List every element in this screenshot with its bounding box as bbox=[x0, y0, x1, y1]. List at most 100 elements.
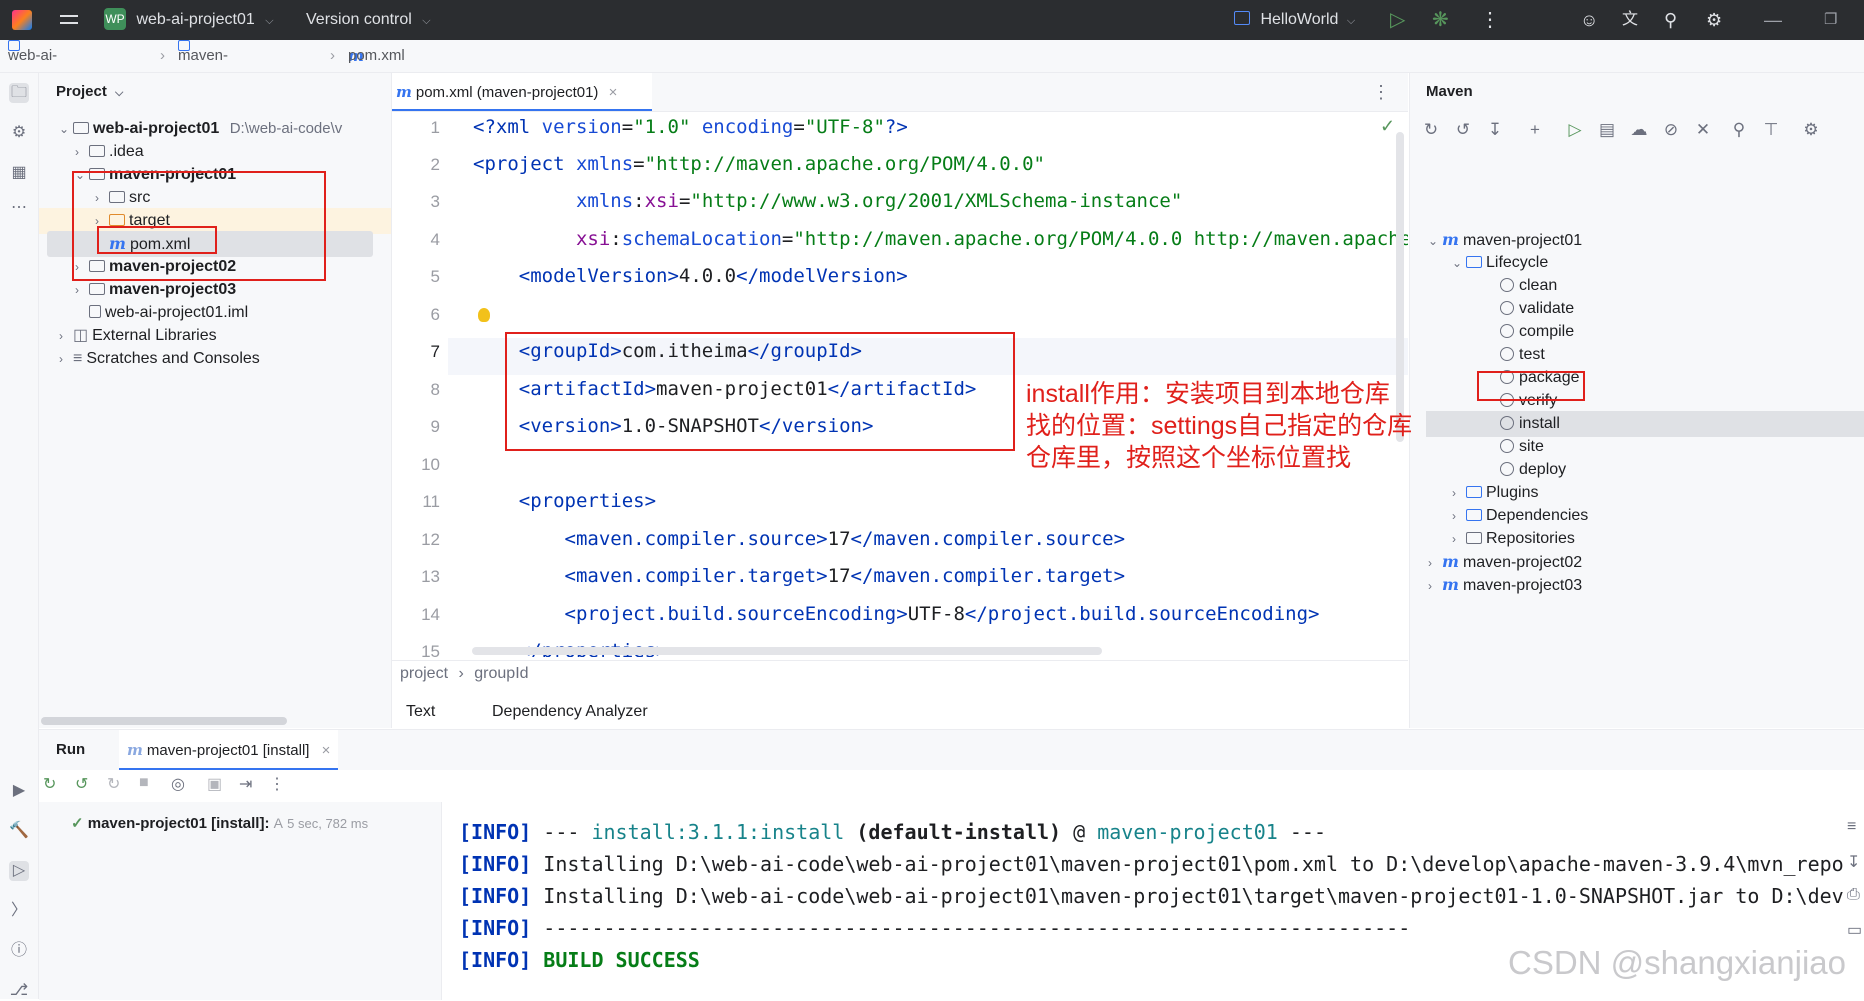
add-icon[interactable]: + bbox=[1524, 119, 1546, 141]
editor-options-icon[interactable]: ⋮ bbox=[1372, 73, 1390, 111]
run-icon[interactable]: ▷ bbox=[1390, 0, 1405, 40]
console-line: [INFO] Installing D:\web-ai-code\web-ai-… bbox=[459, 852, 1844, 876]
git-tool-icon[interactable]: ⎇ bbox=[9, 981, 29, 1001]
project-panel-title[interactable]: Project ⌵ bbox=[56, 73, 123, 111]
gear-icon bbox=[1500, 439, 1514, 453]
console-line: [INFO] ---------------------------------… bbox=[459, 916, 1411, 940]
more-actions-icon[interactable]: ⋮ bbox=[269, 774, 285, 794]
project-tool-icon[interactable]: 🗀 bbox=[9, 83, 29, 103]
code-line: <maven.compiler.target>17</maven.compile… bbox=[564, 565, 1126, 587]
app-logo-icon[interactable] bbox=[12, 0, 32, 40]
run-result-row[interactable]: ✓ maven-project01 [install]: A 5 sec, 78… bbox=[71, 814, 368, 832]
print-icon[interactable]: ⎙ bbox=[1847, 886, 1860, 904]
more-tools-icon[interactable]: ⋯ bbox=[9, 198, 29, 218]
horizontal-scrollbar[interactable] bbox=[41, 717, 287, 725]
terminal-tool-icon[interactable]: 〉 bbox=[9, 901, 29, 921]
highlight-box-install bbox=[1477, 371, 1585, 401]
code-line: xmlns:xsi="http://www.w3.org/2001/XMLSch… bbox=[575, 190, 1183, 212]
watermark: CSDN @shangxianjiao bbox=[1508, 944, 1846, 981]
tab-dependency-analyzer[interactable]: Dependency Analyzer bbox=[480, 695, 660, 729]
code-line: <maven.compiler.source>17</maven.compile… bbox=[564, 528, 1126, 550]
code-line: <project xmlns="http://maven.apache.org/… bbox=[473, 153, 1045, 175]
execute-goal-icon[interactable]: ▤ bbox=[1596, 119, 1618, 141]
add-user-icon[interactable]: ☺ bbox=[1580, 0, 1598, 40]
offline-mode-icon[interactable]: ☁ bbox=[1628, 119, 1650, 141]
structure-tool-icon[interactable]: ▦ bbox=[9, 163, 29, 183]
rerun-icon[interactable]: ↻ bbox=[43, 774, 56, 794]
screenshot-icon[interactable]: ▣ bbox=[207, 774, 222, 794]
services-tool-icon[interactable]: ▶ bbox=[9, 781, 29, 801]
run-toolbar: ↻ ↺ ↻ ■ ◎ ▣ ⇥ ⋮ bbox=[39, 774, 339, 800]
export-icon[interactable]: ⇥ bbox=[239, 774, 252, 794]
show-eye-icon[interactable]: ◎ bbox=[171, 774, 185, 794]
line-number: 2 bbox=[430, 155, 440, 174]
tree-item-scratches[interactable]: › ≡ Scratches and Consoles bbox=[59, 346, 260, 372]
tab-text[interactable]: Text bbox=[392, 695, 450, 731]
stop-icon[interactable]: ■ bbox=[139, 774, 149, 792]
success-check-icon: ✓ bbox=[71, 815, 84, 832]
restore-icon[interactable]: ❐ bbox=[1824, 0, 1837, 40]
horizontal-scrollbar[interactable] bbox=[472, 647, 1102, 655]
commit-tool-icon[interactable]: ⚙ bbox=[9, 123, 29, 143]
download-icon[interactable]: ↧ bbox=[1484, 119, 1506, 141]
gear-icon bbox=[1500, 347, 1514, 361]
run-maven-build-icon[interactable]: ▷ bbox=[1564, 119, 1586, 141]
vcs-label: Version control bbox=[306, 11, 412, 28]
line-number: 6 bbox=[430, 305, 440, 324]
code-line: xsi:schemaLocation="http://maven.apache.… bbox=[575, 228, 1408, 250]
no-problems-check-icon[interactable]: ✓ bbox=[1380, 116, 1395, 137]
reload-icon[interactable]: ↻ bbox=[1420, 119, 1442, 141]
tab-pom-xml[interactable]: m pom.xml (maven-project01) × bbox=[392, 73, 652, 111]
vcs-menu[interactable]: Version control ⌵ bbox=[306, 0, 431, 40]
xml-breadcrumb-item[interactable]: project bbox=[400, 665, 448, 682]
gear-icon bbox=[1500, 462, 1514, 476]
problems-tool-icon[interactable]: ⓘ bbox=[9, 941, 29, 961]
gear-icon bbox=[1500, 278, 1514, 292]
scroll-to-end-icon[interactable]: ↧ bbox=[1847, 852, 1860, 872]
maven-tree-project03[interactable]: › m maven-project03 bbox=[1428, 572, 1582, 598]
annotation-line: install作用：安装项目到本地仓库 bbox=[1026, 380, 1390, 408]
soft-wrap-icon[interactable]: ≡ bbox=[1847, 818, 1856, 836]
settings-gear-icon[interactable]: ⚙ bbox=[1706, 0, 1722, 40]
translate-icon[interactable]: 文 bbox=[1622, 0, 1638, 40]
line-number: 15 bbox=[421, 642, 440, 661]
run-tool-icon[interactable]: ▷ bbox=[9, 861, 29, 881]
more-actions-icon[interactable]: ⋮ bbox=[1480, 0, 1500, 40]
show-diagram-icon[interactable]: ⊤ bbox=[1760, 119, 1782, 141]
analyze-dependencies-icon[interactable]: ⚲ bbox=[1728, 119, 1750, 141]
build-tool-icon[interactable]: 🔨 bbox=[9, 821, 29, 841]
editor-footer: project › groupId Text Dependency Analyz… bbox=[392, 660, 1408, 731]
rerun-failed-icon[interactable]: ↺ bbox=[75, 774, 88, 794]
xml-breadcrumb-item[interactable]: groupId bbox=[474, 665, 528, 682]
project-switcher[interactable]: WP web-ai-project01 ⌵ bbox=[104, 0, 274, 40]
skip-tests-icon[interactable]: ⊘ bbox=[1660, 119, 1682, 141]
gear-icon bbox=[1500, 416, 1514, 430]
debug-icon[interactable]: ❋ bbox=[1432, 0, 1449, 40]
line-number: 1 bbox=[430, 118, 440, 137]
vertical-scrollbar[interactable] bbox=[1396, 132, 1404, 442]
maven-phase-install[interactable]: install bbox=[1426, 411, 1864, 437]
main-menu-icon[interactable] bbox=[60, 0, 78, 40]
toggle-auto-test-icon[interactable]: ↻ bbox=[107, 774, 120, 794]
generate-sources-icon[interactable]: ↺ bbox=[1452, 119, 1474, 141]
collapse-all-icon[interactable]: ✕ bbox=[1692, 119, 1714, 141]
breadcrumb-separator-icon: › bbox=[458, 665, 464, 682]
search-icon[interactable]: ⚲ bbox=[1664, 0, 1677, 40]
run-config-selector[interactable]: HelloWorld ⌵ bbox=[1234, 0, 1355, 40]
intention-bulb-icon[interactable] bbox=[478, 308, 490, 322]
maven-settings-icon[interactable]: ⚙ bbox=[1800, 119, 1822, 141]
code-line: <?xml version="1.0" encoding="UTF-8"?> bbox=[473, 116, 908, 138]
tab-run-install[interactable]: m maven-project01 [install] × bbox=[119, 730, 339, 770]
scratches-icon: ≡ bbox=[73, 350, 83, 367]
close-icon[interactable]: × bbox=[322, 742, 331, 759]
clear-all-icon[interactable]: ▭ bbox=[1847, 920, 1862, 940]
chevron-right-icon: › bbox=[1428, 579, 1432, 593]
minimize-icon[interactable]: — bbox=[1764, 0, 1782, 40]
breadcrumb-separator-icon: › bbox=[160, 47, 165, 64]
close-icon[interactable]: × bbox=[609, 84, 618, 101]
plugins-folder-icon bbox=[1466, 486, 1482, 498]
chevron-down-icon: ⌄ bbox=[59, 122, 70, 136]
code-line: <project.build.sourceEncoding>UTF-8</pro… bbox=[564, 603, 1320, 625]
breadcrumb: web-ai-project01 › maven-project01 › mpo… bbox=[0, 40, 1864, 96]
